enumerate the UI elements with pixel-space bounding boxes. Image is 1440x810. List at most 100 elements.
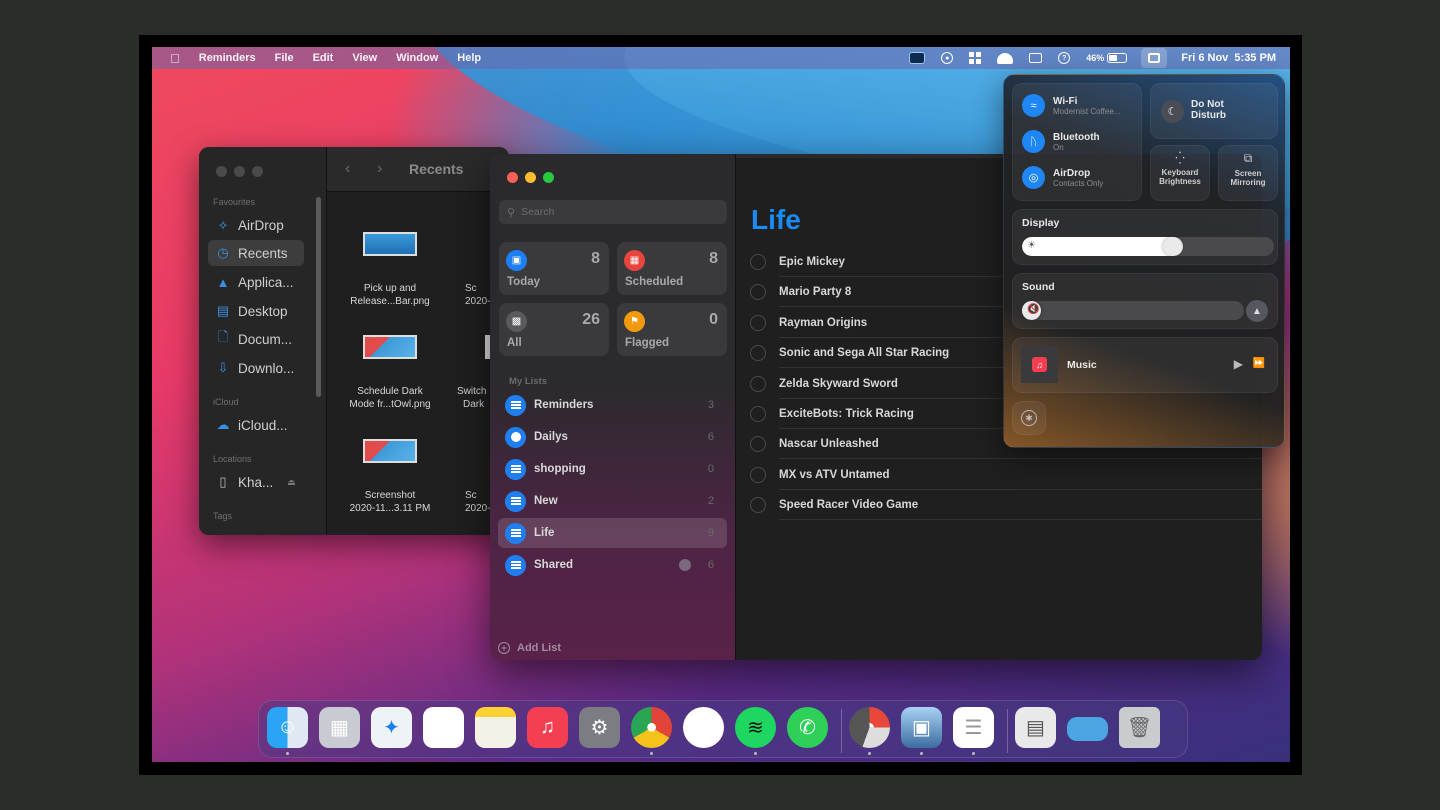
list-item-dailys[interactable]: Dailys 6 <box>498 422 727 452</box>
volume-slider[interactable]: 🔇 <box>1022 301 1244 320</box>
fast-forward-button[interactable]: ⏩ <box>1253 358 1265 369</box>
menu-app-name[interactable]: Reminders <box>199 52 256 64</box>
menu-datetime[interactable]: Fri 6 Nov 5:35 PM <box>1181 47 1276 69</box>
dnd-label: Do Not <box>1191 99 1224 110</box>
zoom-button[interactable] <box>543 172 554 183</box>
dock-app-chrome[interactable]: ● <box>631 707 672 748</box>
dock-app-reminders[interactable]: ☰ <box>953 707 994 748</box>
completion-checkbox[interactable] <box>750 284 766 301</box>
sidebar-item-airdrop[interactable]: ⟡ AirDrop <box>208 212 304 238</box>
completion-checkbox[interactable] <box>750 345 766 362</box>
airplay-audio-icon[interactable]: ▲ <box>1246 300 1268 322</box>
completion-checkbox[interactable] <box>750 436 766 453</box>
completion-checkbox[interactable] <box>750 406 766 422</box>
forward-button[interactable]: › <box>377 160 391 178</box>
dock-app-notes[interactable] <box>475 707 516 748</box>
sidebar-scrollbar[interactable] <box>316 197 321 397</box>
display-icon[interactable] <box>1029 47 1043 69</box>
sidebar-item-desktop[interactable]: ▤ Desktop <box>208 298 304 324</box>
menu-file[interactable]: File <box>275 52 294 64</box>
smart-list-today[interactable]: ▣ 8 Today <box>499 242 609 295</box>
screen-mirroring-button[interactable]: ⧉ Screen Mirroring <box>1218 145 1278 201</box>
add-list-button[interactable]: + Add List <box>498 642 561 654</box>
notification-bell-icon[interactable] <box>997 47 1014 69</box>
sidebar-item-documents[interactable]: 🗋 Docum... <box>208 326 304 352</box>
screen-recording-icon[interactable] <box>909 47 926 69</box>
completion-checkbox[interactable] <box>750 375 766 392</box>
dock-app-finder[interactable]: ☺ <box>267 707 308 748</box>
smart-list-scheduled[interactable]: ▦ 8 Scheduled <box>617 242 727 295</box>
dock-app-music[interactable]: ♫ <box>527 707 568 748</box>
display-brightness-slider[interactable]: ☀ <box>1022 237 1274 256</box>
play-button[interactable]: ▶ <box>1234 357 1243 371</box>
dock-app-trash[interactable]: 🗑 <box>1119 707 1160 748</box>
reminder-title[interactable]: MX vs ATV Untamed <box>779 460 1262 490</box>
dock-app-preview[interactable]: ▣ <box>901 707 942 748</box>
list-item-shared[interactable]: Shared 6 <box>498 550 727 580</box>
bluetooth-toggle[interactable]: ᚢ Bluetooth On <box>1022 130 1100 153</box>
dock-app-spotify[interactable]: ≋ <box>735 707 776 748</box>
dock-app-downloads[interactable] <box>1067 717 1108 741</box>
completion-checkbox[interactable] <box>750 254 766 270</box>
file-item[interactable]: Schedule Dark Mode fr...tOwl.png <box>335 335 445 411</box>
sidebar-item-downloads[interactable]: ⇩ Downlo... <box>208 355 304 381</box>
steering-wheel-icon[interactable]: ● <box>941 47 954 69</box>
list-label: Shared <box>534 559 573 571</box>
minimize-button[interactable] <box>234 166 245 177</box>
download-icon: ⇩ <box>217 360 229 375</box>
menu-window[interactable]: Window <box>396 52 438 64</box>
dock-app-system-preferences[interactable]: ⚙ <box>579 707 620 748</box>
list-title: Life <box>751 204 801 235</box>
dock-app-whatsapp[interactable]: ✆ <box>787 707 828 748</box>
wifi-network: Modernist Coffee... <box>1053 106 1121 116</box>
battery-percent: 46% <box>1086 53 1105 63</box>
wifi-toggle[interactable]: ≈ Wi-Fi Modernist Coffee... <box>1022 94 1120 117</box>
list-item-new[interactable]: New 2 <box>498 486 727 516</box>
window-layout-icon[interactable] <box>969 47 982 69</box>
file-item[interactable]: Screenshot 2020-11...3.11 PM <box>335 439 445 515</box>
back-button[interactable]: ‹ <box>345 160 359 178</box>
dock-app-photoscape[interactable]: ◔ <box>849 707 890 748</box>
do-not-disturb-toggle[interactable]: ☾ Do Not Disturb <box>1150 83 1278 139</box>
battery-icon[interactable] <box>1107 47 1128 69</box>
search-field[interactable]: ⚲ Search <box>499 200 727 224</box>
menu-edit[interactable]: Edit <box>313 52 334 64</box>
close-button[interactable] <box>507 172 518 183</box>
close-button[interactable] <box>216 166 227 177</box>
completion-checkbox[interactable] <box>750 497 766 514</box>
airdrop-toggle[interactable]: ◎ AirDrop Contacts Only <box>1022 166 1103 189</box>
reminder-item[interactable]: Speed Racer Video Game <box>750 490 1262 521</box>
eject-icon[interactable]: ⏏ <box>287 477 296 488</box>
sidebar-item-recents[interactable]: ◷ Recents <box>208 240 304 266</box>
info-icon[interactable]: ? <box>1058 47 1071 69</box>
reminder-title[interactable]: Speed Racer Video Game <box>779 490 1262 521</box>
list-count: 6 <box>707 431 714 443</box>
zoom-button[interactable] <box>252 166 263 177</box>
list-item-life[interactable]: Life 9 <box>498 518 727 548</box>
dock-app-photos[interactable]: ✿ <box>423 707 464 748</box>
sidebar-item-icloud-drive[interactable]: ☁ iCloud... <box>208 412 304 438</box>
sidebar-item-device[interactable]: ▯ Kha... ⏏ <box>208 469 304 495</box>
completion-checkbox[interactable] <box>750 314 766 331</box>
search-placeholder: Search <box>521 206 555 218</box>
file-item[interactable]: Pick up and Release...Bar.png <box>335 232 445 308</box>
completion-checkbox[interactable] <box>750 466 766 483</box>
smart-list-all[interactable]: ▩ 26 All <box>499 303 609 356</box>
reminder-item[interactable]: MX vs ATV Untamed <box>750 460 1262 490</box>
menu-help[interactable]: Help <box>457 52 481 64</box>
minimize-button[interactable] <box>525 172 536 183</box>
dock-app-safari[interactable]: ✦ <box>371 707 412 748</box>
keyboard-brightness-button[interactable]: ⁛ Keyboard Brightness <box>1150 145 1210 201</box>
list-item-shopping[interactable]: shopping 0 <box>498 454 727 484</box>
smart-list-flagged[interactable]: ⚑ 0 Flagged <box>617 303 727 356</box>
finder-toolbar: ‹ › Recents <box>327 147 509 192</box>
sidebar-item-applications[interactable]: ▲ Applica... <box>208 269 304 295</box>
list-item-reminders[interactable]: Reminders 3 <box>498 390 727 420</box>
accessibility-button[interactable]: ✱ <box>1012 401 1046 435</box>
dock-app-launchpad[interactable]: ▦ <box>319 707 360 748</box>
menu-view[interactable]: View <box>352 52 377 64</box>
dock-app-slack[interactable]: # <box>683 707 724 748</box>
control-center-icon[interactable] <box>1141 48 1168 68</box>
apple-menu-icon[interactable]:  <box>170 51 180 66</box>
dock-app-documents[interactable]: ▤ <box>1015 707 1056 748</box>
